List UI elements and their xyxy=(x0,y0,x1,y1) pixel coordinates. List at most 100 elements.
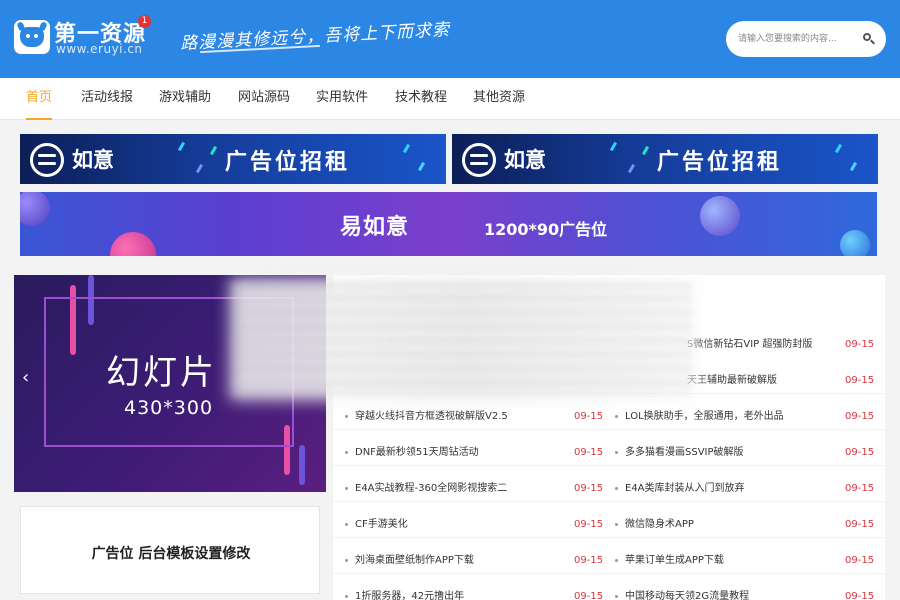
slider-title: 幻灯片 xyxy=(106,353,217,393)
list-item-date: 09-15 xyxy=(845,447,875,458)
ad-banner-right[interactable]: 如意 广告位招租 xyxy=(452,134,878,184)
search-icon[interactable] xyxy=(862,32,876,46)
list-bullet xyxy=(345,487,348,490)
list-item-title: 微信隐身术APP xyxy=(625,519,694,530)
confetti xyxy=(402,143,411,154)
list-item-date: 09-15 xyxy=(845,339,875,350)
list-item[interactable]: 穿越火线抖音方框透视破解版V2.5 09-15 xyxy=(345,409,605,429)
list-item-date: 09-15 xyxy=(574,591,604,600)
confetti xyxy=(417,161,426,172)
list-bullet xyxy=(345,595,348,598)
main-nav: 首页 活动线报 游戏辅助 网站源码 实用软件 技术教程 其他资源 xyxy=(0,78,900,120)
list-bullet xyxy=(345,415,348,418)
slider-size: 430*300 xyxy=(124,397,214,419)
ad-slogan-right: 广告位招租 xyxy=(657,150,783,175)
ad-banner-wide[interactable]: 易如意 1200*90广告位 xyxy=(20,192,877,256)
nav-item-other[interactable]: 其他资源 xyxy=(473,78,525,120)
confetti xyxy=(641,145,650,156)
ad-brand-left: 如意 xyxy=(72,148,114,172)
list-item-date: 09-15 xyxy=(574,483,604,494)
list-bullet xyxy=(615,523,618,526)
list-item-title: 穿越火线抖音方框透视破解版V2.5 xyxy=(355,411,508,422)
list-item-title: 天王辅助最新破解版 xyxy=(687,375,777,386)
list-item-date: 09-15 xyxy=(574,555,604,566)
list-item-title: 苹果订单生成APP下载 xyxy=(625,555,724,566)
ad-side-text: 广告位 后台模板设置修改 xyxy=(91,546,251,562)
list-item[interactable]: CF手游美化 09-15 xyxy=(345,517,605,537)
list-item-title: LOL换肤助手，全服通用，老外出品 xyxy=(625,411,784,422)
ad-side-box[interactable]: 广告位 后台模板设置修改 xyxy=(20,506,320,594)
list-item-date: 09-15 xyxy=(845,591,875,600)
list-divider xyxy=(333,429,885,430)
nav-item-tutorial[interactable]: 技术教程 xyxy=(395,78,447,120)
confetti xyxy=(609,141,618,152)
list-item-title: CF手游美化 xyxy=(355,519,408,530)
list-item-title: 1折服务器，42元撸出年 xyxy=(355,591,465,600)
decor-ball xyxy=(20,192,50,226)
list-item[interactable]: E4A类库封装从入门到放弃 09-15 xyxy=(615,481,875,501)
list-item[interactable]: E4A实战教程-360全网影视搜索二 09-15 xyxy=(345,481,605,501)
list-divider xyxy=(333,501,885,502)
cow-eye-right xyxy=(34,34,38,38)
list-item-date: 09-15 xyxy=(574,411,604,422)
list-bullet xyxy=(345,451,348,454)
decor-pillar xyxy=(299,445,305,485)
site-slogan: 路漫漫其修远兮，吾将上下而求索 xyxy=(179,19,451,55)
list-item[interactable]: LOL换肤助手，全服通用，老外出品 09-15 xyxy=(615,409,875,429)
nav-item-software[interactable]: 实用软件 xyxy=(316,78,368,120)
list-item[interactable]: 中国移动每天领2G流量教程 09-15 xyxy=(615,589,875,600)
cow-logo-shape xyxy=(20,27,44,47)
confetti xyxy=(177,141,186,152)
list-bullet xyxy=(615,415,618,418)
list-item-title: S微信新钻石VIP 超强防封版 xyxy=(687,339,813,350)
decor-ball xyxy=(700,196,740,236)
blurred-region-texture xyxy=(232,282,692,396)
ad-slogan-left: 广告位招租 xyxy=(225,150,351,175)
list-bullet xyxy=(615,487,618,490)
nav-item-activity[interactable]: 活动线报 xyxy=(81,78,133,120)
list-item-date: 09-15 xyxy=(845,375,875,386)
cow-eye-left xyxy=(26,34,30,38)
decor-ball xyxy=(110,232,156,256)
list-item[interactable]: 苹果订单生成APP下载 09-15 xyxy=(615,553,875,573)
confetti xyxy=(195,163,204,174)
list-item-title: 多多猫看漫画SSVIP破解版 xyxy=(625,447,744,458)
list-item-date: 09-15 xyxy=(845,555,875,566)
ad-banner-left[interactable]: 如意 广告位招租 xyxy=(20,134,446,184)
search-box xyxy=(726,21,886,57)
list-bullet xyxy=(345,523,348,526)
list-item-date: 09-15 xyxy=(574,447,604,458)
list-item[interactable]: 微信隐身术APP 09-15 xyxy=(615,517,875,537)
list-item-title: E4A类库封装从入门到放弃 xyxy=(625,483,745,494)
cow-logo-icon[interactable] xyxy=(14,20,50,54)
ad-wide-size: 1200*90广告位 xyxy=(484,220,608,239)
confetti xyxy=(849,161,858,172)
list-bullet xyxy=(615,595,618,598)
list-bullet xyxy=(615,559,618,562)
list-item-title: E4A实战教程-360全网影视搜索二 xyxy=(355,483,508,494)
list-item[interactable]: 1折服务器，42元撸出年 09-15 xyxy=(345,589,605,600)
list-item[interactable]: 多多猫看漫画SSVIP破解版 09-15 xyxy=(615,445,875,465)
ruyi-logo-icon xyxy=(30,143,64,177)
ad-brand-right: 如意 xyxy=(504,148,546,172)
list-item[interactable]: DNF最新秒领51天周钻活动 09-15 xyxy=(345,445,605,465)
list-divider xyxy=(333,573,885,574)
list-item-date: 09-15 xyxy=(574,519,604,530)
list-divider xyxy=(333,537,885,538)
list-item[interactable]: 刘海桌面壁纸制作APP下载 09-15 xyxy=(345,553,605,573)
search-input[interactable] xyxy=(738,29,853,49)
confetti xyxy=(627,163,636,174)
nav-item-home[interactable]: 首页 xyxy=(26,78,53,120)
decor-ball xyxy=(840,230,870,256)
chevron-left-icon[interactable]: ‹ xyxy=(22,367,29,388)
confetti xyxy=(209,145,218,156)
site-header: 第一资源 1 www.eruyi.cn 路漫漫其修远兮，吾将上下而求索 xyxy=(0,0,900,78)
list-item-title: 刘海桌面壁纸制作APP下载 xyxy=(355,555,474,566)
search-icon-handle xyxy=(870,39,875,45)
nav-item-site-source[interactable]: 网站源码 xyxy=(238,78,290,120)
list-item-title: 中国移动每天领2G流量教程 xyxy=(625,591,750,600)
ruyi-logo-icon xyxy=(462,143,496,177)
ad-wide-brand: 易如意 xyxy=(340,215,410,240)
list-item-title: DNF最新秒领51天周钻活动 xyxy=(355,447,479,458)
nav-item-game-assist[interactable]: 游戏辅助 xyxy=(159,78,211,120)
